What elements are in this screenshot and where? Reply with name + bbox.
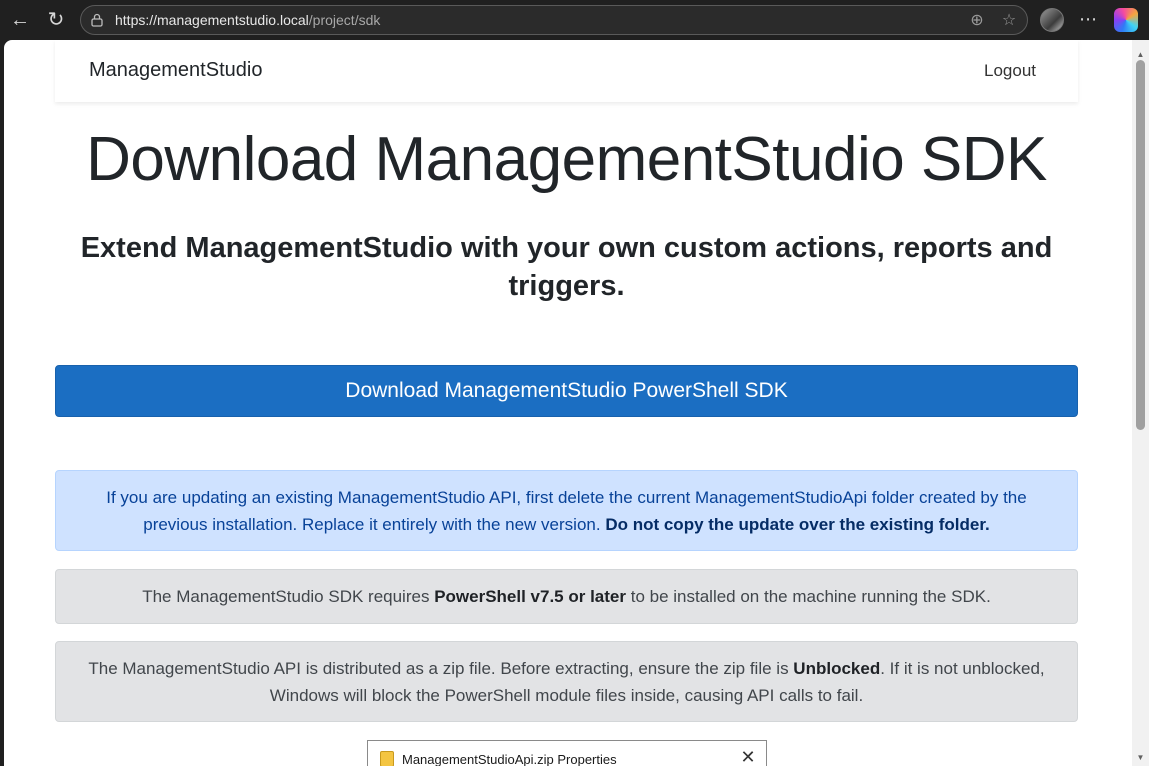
page-subtitle: Extend ManagementStudio with your own cu… <box>80 232 1053 302</box>
requirement-alert: The ManagementStudio SDK requires PowerS… <box>55 569 1078 624</box>
download-sdk-button[interactable]: Download ManagementStudio PowerShell SDK <box>55 365 1078 417</box>
close-icon: ✕ <box>740 747 756 766</box>
requirement-bold: PowerShell v7.5 or later <box>434 587 626 606</box>
url-path: /project/sdk <box>308 12 381 28</box>
browser-toolbar: ← ↻ https://managementstudio.local/proje… <box>0 0 1149 40</box>
logout-link[interactable]: Logout <box>984 61 1036 81</box>
profile-avatar[interactable] <box>1040 8 1064 32</box>
brand-link[interactable]: ManagementStudio <box>89 59 262 82</box>
scrollbar-thumb[interactable] <box>1136 60 1145 430</box>
star-icon[interactable]: ☆ <box>999 11 1019 31</box>
address-url[interactable]: https://managementstudio.local/project/s… <box>115 12 380 28</box>
top-navbar: ManagementStudio Logout <box>55 40 1078 102</box>
update-info-alert: If you are updating an existing Manageme… <box>55 470 1078 551</box>
zip-folder-icon <box>380 751 394 766</box>
zoom-icon[interactable]: ⊕ <box>967 11 987 31</box>
unblock-bold: Unblocked <box>793 659 881 678</box>
requirement-pre: The ManagementStudio SDK requires <box>142 587 435 606</box>
page-scrollbar[interactable]: ▲ ▼ <box>1132 40 1149 766</box>
requirement-post: to be installed on the machine running t… <box>626 587 991 606</box>
dialog-title: ManagementStudioApi.zip Properties <box>402 752 617 766</box>
update-info-bold: Do not copy the update over the existing… <box>605 515 990 534</box>
address-bar[interactable]: https://managementstudio.local/project/s… <box>80 5 1028 35</box>
unblock-alert: The ManagementStudio API is distributed … <box>55 641 1078 722</box>
url-host: https://managementstudio.local <box>115 12 309 28</box>
reload-icon[interactable]: ↻ <box>44 8 68 32</box>
page-title: Download ManagementStudio SDK <box>86 125 1047 194</box>
arrow-left-icon[interactable]: ← <box>8 8 32 32</box>
more-icon[interactable]: ⋯ <box>1076 8 1100 32</box>
scroll-down-icon[interactable]: ▼ <box>1132 749 1149 766</box>
lock-icon <box>91 13 103 27</box>
page-viewport: ManagementStudio Logout Download Managem… <box>4 40 1149 766</box>
copilot-icon[interactable] <box>1114 8 1138 32</box>
unblock-pre: The ManagementStudio API is distributed … <box>88 659 794 678</box>
zip-properties-dialog-image: ManagementStudioApi.zip Properties ✕ <box>367 740 767 766</box>
